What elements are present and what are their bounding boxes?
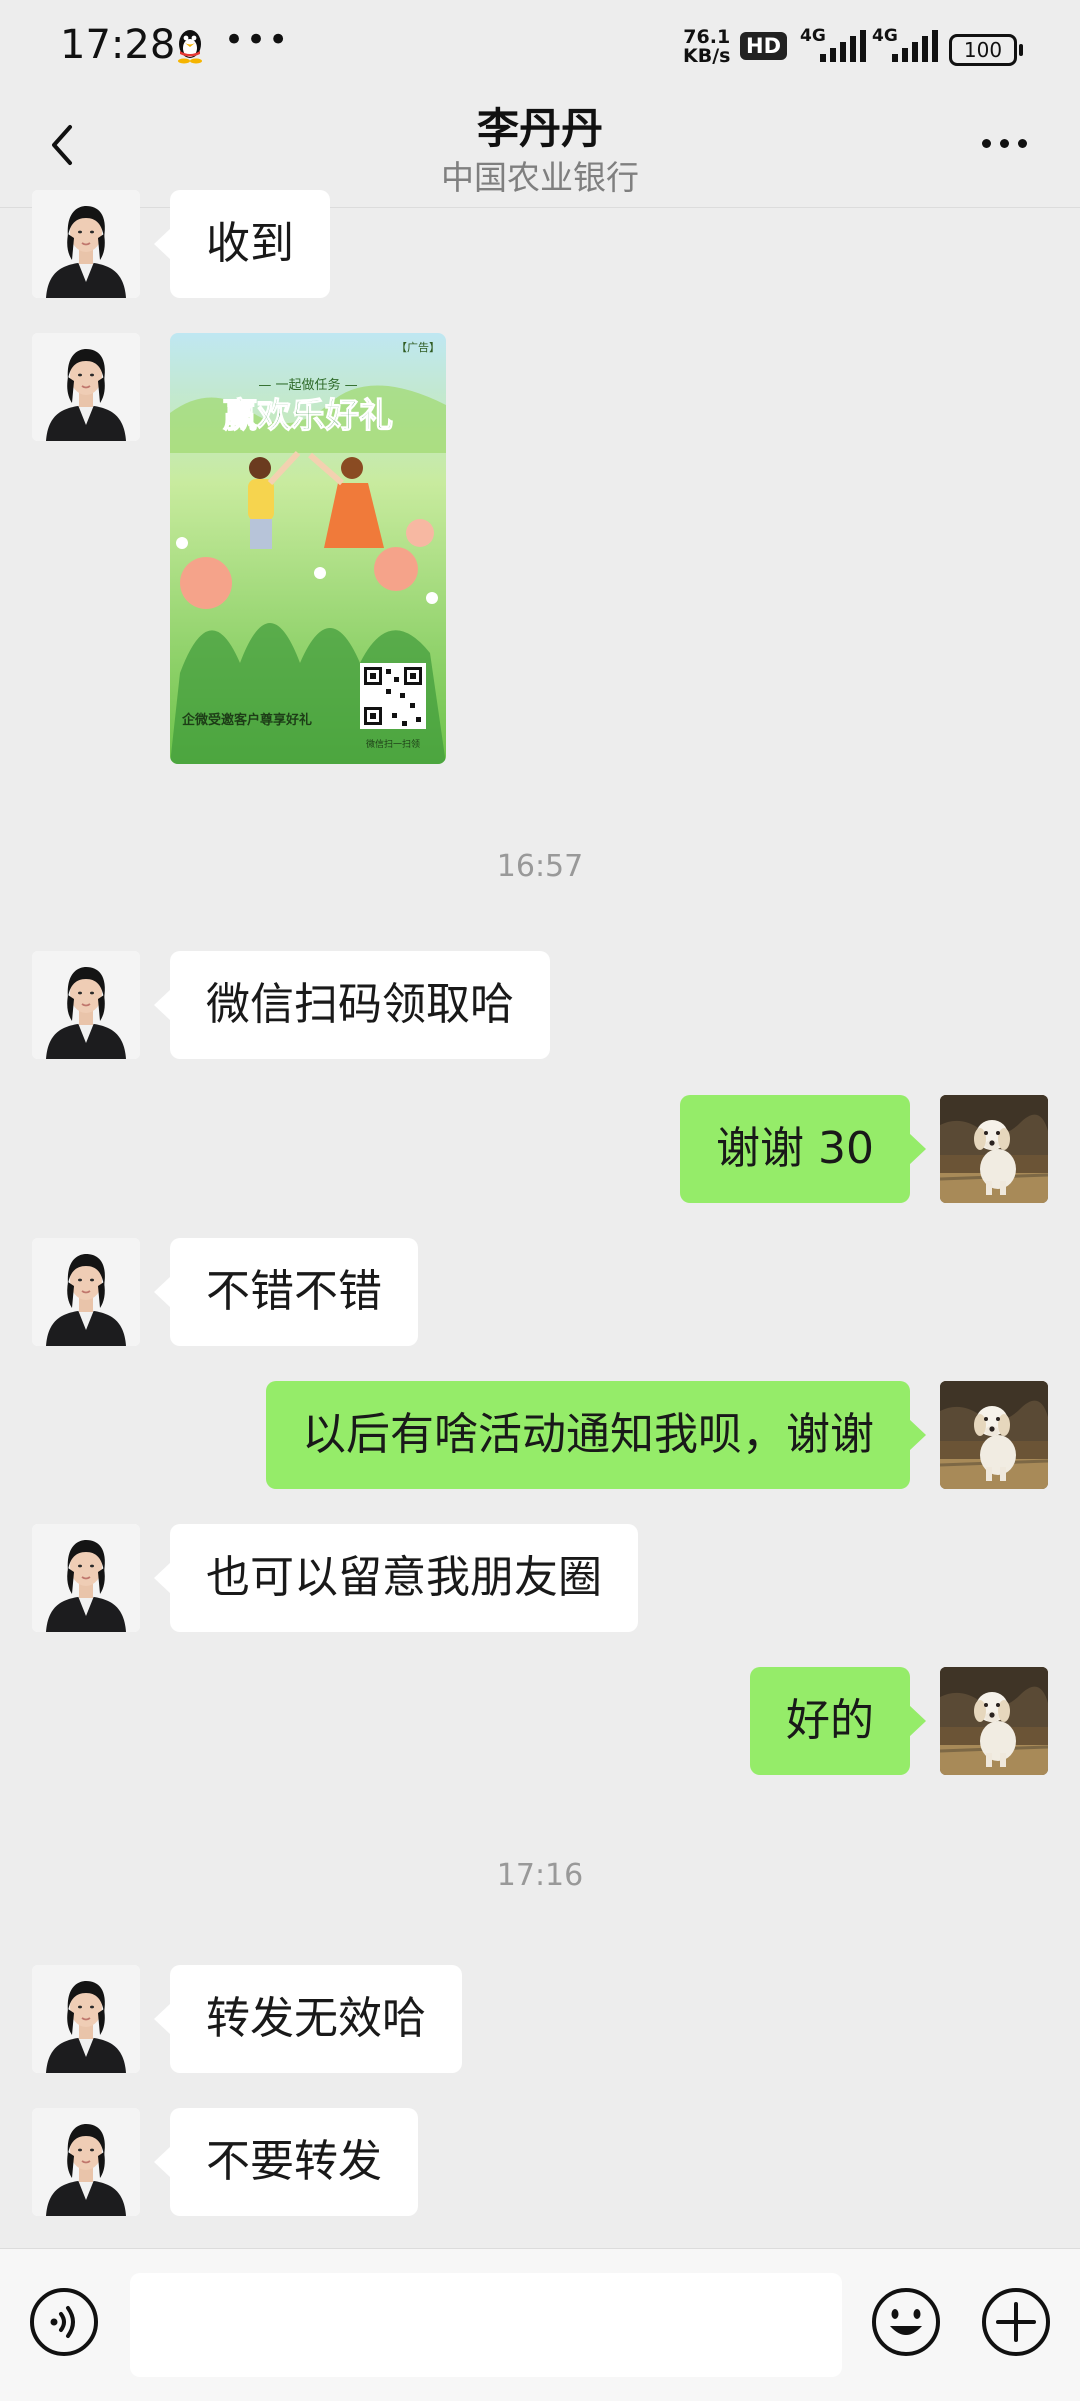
message-row: 不要转发 bbox=[0, 2108, 1080, 2216]
status-bar: 17:28 ••• 76.1 KB/s HD 4G 4G 100 bbox=[0, 0, 1080, 95]
message-row: 也可以留意我朋友圈 bbox=[0, 1524, 1080, 1632]
message-bubble[interactable]: 不错不错 bbox=[154, 1238, 418, 1346]
more-notifications-icon: ••• bbox=[224, 20, 291, 60]
message-bubble[interactable]: 谢谢 30 bbox=[680, 1095, 926, 1203]
message-row: 【广告】 — 一起做任务 — 赢欢乐好礼 企微受邀客户尊享好礼 微信扫一扫领 bbox=[0, 333, 1080, 764]
message-bubble[interactable]: 以后有啥活动通知我呗，谢谢 bbox=[266, 1381, 926, 1489]
message-bubble[interactable]: 转发无效哈 bbox=[154, 1965, 462, 2073]
timestamp: 16:57 bbox=[496, 849, 584, 884]
svg-text:赢欢乐好礼: 赢欢乐好礼 bbox=[223, 396, 393, 436]
message-bubble[interactable]: 微信扫码领取哈 bbox=[154, 951, 550, 1059]
message-row: 好的 bbox=[0, 1667, 1080, 1775]
svg-text:— 一起做任务 —: — 一起做任务 — bbox=[258, 377, 357, 393]
battery-indicator: 100 bbox=[949, 34, 1023, 66]
contact-avatar[interactable] bbox=[32, 1524, 140, 1632]
user-avatar[interactable] bbox=[940, 1667, 1048, 1775]
contact-avatar[interactable] bbox=[32, 951, 140, 1059]
message-row: 收到 bbox=[0, 190, 1080, 298]
status-time: 17:28 bbox=[60, 22, 176, 68]
message-input[interactable] bbox=[130, 2273, 842, 2377]
message-row: 不错不错 bbox=[0, 1238, 1080, 1346]
message-row: 以后有啥活动通知我呗，谢谢 bbox=[0, 1381, 1080, 1489]
more-dots-icon[interactable] bbox=[982, 133, 1042, 153]
contact-avatar[interactable] bbox=[32, 190, 140, 298]
message-row: 谢谢 30 bbox=[0, 1095, 1080, 1203]
input-bar bbox=[0, 2248, 1080, 2401]
qq-penguin-icon bbox=[178, 30, 202, 64]
svg-text:【广告】: 【广告】 bbox=[396, 341, 440, 354]
voice-icon[interactable] bbox=[28, 2286, 100, 2358]
message-row: 微信扫码领取哈 bbox=[0, 951, 1080, 1059]
user-avatar[interactable] bbox=[940, 1095, 1048, 1203]
contact-avatar[interactable] bbox=[32, 333, 140, 441]
timestamp: 17:16 bbox=[496, 1858, 584, 1893]
contact-avatar[interactable] bbox=[32, 1965, 140, 2073]
message-bubble[interactable]: 也可以留意我朋友圈 bbox=[154, 1524, 638, 1632]
ad-image-card[interactable]: 【广告】 — 一起做任务 — 赢欢乐好礼 企微受邀客户尊享好礼 微信扫一扫领 bbox=[170, 333, 446, 764]
hd-badge: HD bbox=[740, 32, 788, 60]
chat-title: 李丹丹 bbox=[476, 104, 603, 153]
network-speed: 76.1 KB/s bbox=[683, 26, 731, 67]
message-bubble[interactable]: 好的 bbox=[750, 1667, 926, 1775]
contact-avatar[interactable] bbox=[32, 2108, 140, 2216]
svg-text:微信扫一扫领: 微信扫一扫领 bbox=[366, 738, 420, 750]
plus-icon[interactable] bbox=[980, 2286, 1052, 2358]
message-bubble[interactable]: 收到 bbox=[154, 190, 330, 298]
signal-2: 4G bbox=[872, 26, 942, 66]
svg-text:企微受邀客户尊享好礼: 企微受邀客户尊享好礼 bbox=[181, 712, 312, 728]
emoji-icon[interactable] bbox=[870, 2286, 942, 2358]
user-avatar[interactable] bbox=[940, 1381, 1048, 1489]
contact-avatar[interactable] bbox=[32, 1238, 140, 1346]
message-bubble[interactable]: 不要转发 bbox=[154, 2108, 418, 2216]
signal-1: 4G bbox=[800, 26, 870, 66]
message-row: 转发无效哈 bbox=[0, 1965, 1080, 2073]
